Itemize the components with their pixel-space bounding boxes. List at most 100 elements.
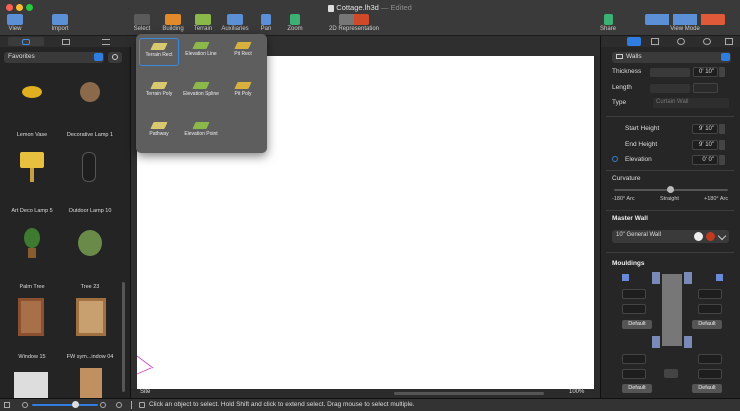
view-mode-control[interactable]: View Mode	[640, 14, 730, 32]
library-item[interactable]: FW sym...indow 04	[58, 294, 122, 364]
view-button[interactable]: View	[4, 14, 26, 32]
terrain-tools-popover: Terrain Rect Elevation Line Pit Rect Ter…	[136, 34, 267, 153]
default-button[interactable]: Default	[622, 320, 652, 329]
moulding-top-left-icon[interactable]	[622, 274, 629, 281]
library-scrollbar[interactable]	[122, 282, 125, 392]
pathway-tool[interactable]: Pathway	[139, 118, 179, 146]
moulding-flip-button[interactable]	[664, 369, 678, 378]
library-item[interactable]: Lemon Vase	[0, 72, 64, 142]
start-height-stepper[interactable]	[719, 124, 725, 134]
walls-icon	[616, 53, 623, 59]
pit-rect-tool[interactable]: Pit Rect	[223, 38, 263, 66]
thickness-field[interactable]: 0' 10"	[693, 67, 718, 77]
art-deco-lamp-thumbnail	[20, 152, 44, 168]
tab-structure-icon[interactable]	[651, 38, 659, 45]
moulding-profile-icon	[652, 272, 660, 284]
moulding-br-height[interactable]	[698, 369, 722, 379]
moulding-tl-width[interactable]	[622, 289, 646, 299]
zoom-slider[interactable]	[32, 404, 98, 406]
terrain-poly-tool[interactable]: Terrain Poly	[139, 78, 179, 106]
length-field[interactable]	[693, 83, 718, 93]
default-button[interactable]: Default	[692, 320, 722, 329]
pane-toggle-icon[interactable]	[131, 401, 135, 409]
auxiliaries-tool-button[interactable]: Auxiliaries	[220, 14, 250, 32]
moulding-tr-height[interactable]	[698, 304, 722, 314]
2d-representation-icon	[339, 14, 369, 25]
zoom-tool-button[interactable]: Zoom	[284, 14, 306, 32]
object-type-dropdown[interactable]: Walls	[612, 52, 731, 63]
horizontal-scrollbar[interactable]	[394, 392, 544, 395]
grid-view-icon[interactable]	[4, 402, 10, 408]
materials-icon	[62, 39, 70, 45]
category-dropdown[interactable]: Favorites	[4, 52, 104, 63]
hint-icon	[139, 402, 145, 408]
moulding-top-right-icon[interactable]	[716, 274, 723, 281]
terrain-rect-tool[interactable]: Terrain Rect	[139, 38, 179, 66]
default-button[interactable]: Default	[622, 384, 652, 393]
elevation-line-tool[interactable]: Elevation Line	[181, 38, 221, 66]
search-button[interactable]	[108, 52, 122, 63]
thickness-stepper[interactable]	[719, 67, 725, 77]
elevation-point-tool[interactable]: Elevation Point	[181, 118, 221, 146]
tab-objects[interactable]	[8, 37, 44, 46]
default-button[interactable]: Default	[692, 384, 722, 393]
moulding-bl-height[interactable]	[622, 369, 646, 379]
library-item-partial[interactable]	[14, 372, 48, 398]
library-item-partial[interactable]	[80, 368, 102, 398]
chevron-down-icon	[94, 53, 103, 61]
terrain-tool-button[interactable]: Terrain	[190, 14, 216, 32]
outdoor-lamp-thumbnail	[82, 152, 96, 182]
elevation-stepper[interactable]	[719, 155, 725, 165]
library-item[interactable]: Art Deco Lamp 5	[0, 148, 64, 218]
list-icon	[102, 39, 110, 45]
library-item[interactable]: Tree 23	[58, 224, 122, 294]
end-height-field[interactable]: 9' 10"	[692, 140, 718, 150]
terrain-rect-icon	[150, 43, 168, 50]
library-item[interactable]: Outdoor Lamp 10	[58, 148, 122, 218]
elevation-spline-icon	[192, 82, 210, 89]
2d-representation-button[interactable]: 2D Representation	[326, 14, 382, 32]
import-button[interactable]: Import	[48, 14, 72, 32]
pit-poly-tool[interactable]: Pit Poly	[223, 78, 263, 106]
settings-icon[interactable]	[116, 402, 122, 408]
library-item[interactable]: Decorative Lamp 1	[58, 72, 122, 142]
divider	[606, 170, 734, 171]
pan-tool-button[interactable]: Pan	[256, 14, 276, 32]
library-item[interactable]: Palm Tree	[0, 224, 64, 294]
tab-camera-icon[interactable]	[677, 38, 685, 45]
zoom-out-icon[interactable]	[22, 402, 28, 408]
import-icon	[52, 14, 68, 25]
start-height-field[interactable]: 9' 10"	[692, 124, 718, 134]
moulding-bl-width[interactable]	[622, 354, 646, 364]
elevation-spline-tool[interactable]: Elevation Spline	[181, 78, 221, 106]
library-item[interactable]: Window 15	[0, 294, 64, 364]
end-height-stepper[interactable]	[719, 140, 725, 150]
elevation-field[interactable]: 0' 0"	[692, 155, 718, 165]
tab-list[interactable]	[88, 37, 124, 46]
wall-alignment-control[interactable]	[650, 68, 690, 77]
window-thumbnail	[18, 298, 44, 336]
divider	[606, 252, 734, 253]
tab-settings-icon[interactable]	[725, 38, 733, 45]
building-tool-button[interactable]: Building	[160, 14, 186, 32]
objects-icon	[22, 39, 30, 45]
master-wall-heading: Master Wall	[612, 215, 648, 222]
tab-materials[interactable]	[48, 37, 84, 46]
share-icon	[603, 14, 613, 25]
pit-poly-icon	[234, 82, 252, 89]
tab-object-properties[interactable]	[627, 37, 641, 46]
zoom-level[interactable]: 100%	[569, 389, 584, 395]
master-wall-dropdown[interactable]: 10" General Wall	[612, 230, 729, 243]
tab-light-icon[interactable]	[703, 38, 711, 45]
wall-type-dropdown[interactable]: Curtain Wall	[653, 98, 729, 108]
moulding-br-width[interactable]	[698, 354, 722, 364]
select-tool-button[interactable]: Select	[130, 14, 154, 32]
curvature-slider-thumb[interactable]	[667, 186, 674, 193]
zoom-slider-thumb[interactable]	[72, 401, 79, 408]
elevation-icon	[612, 156, 618, 162]
zoom-in-icon[interactable]	[100, 402, 106, 408]
length-anchor-control[interactable]	[650, 84, 690, 93]
share-button[interactable]: Share	[597, 14, 619, 32]
moulding-tr-width[interactable]	[698, 289, 722, 299]
moulding-tl-height[interactable]	[622, 304, 646, 314]
